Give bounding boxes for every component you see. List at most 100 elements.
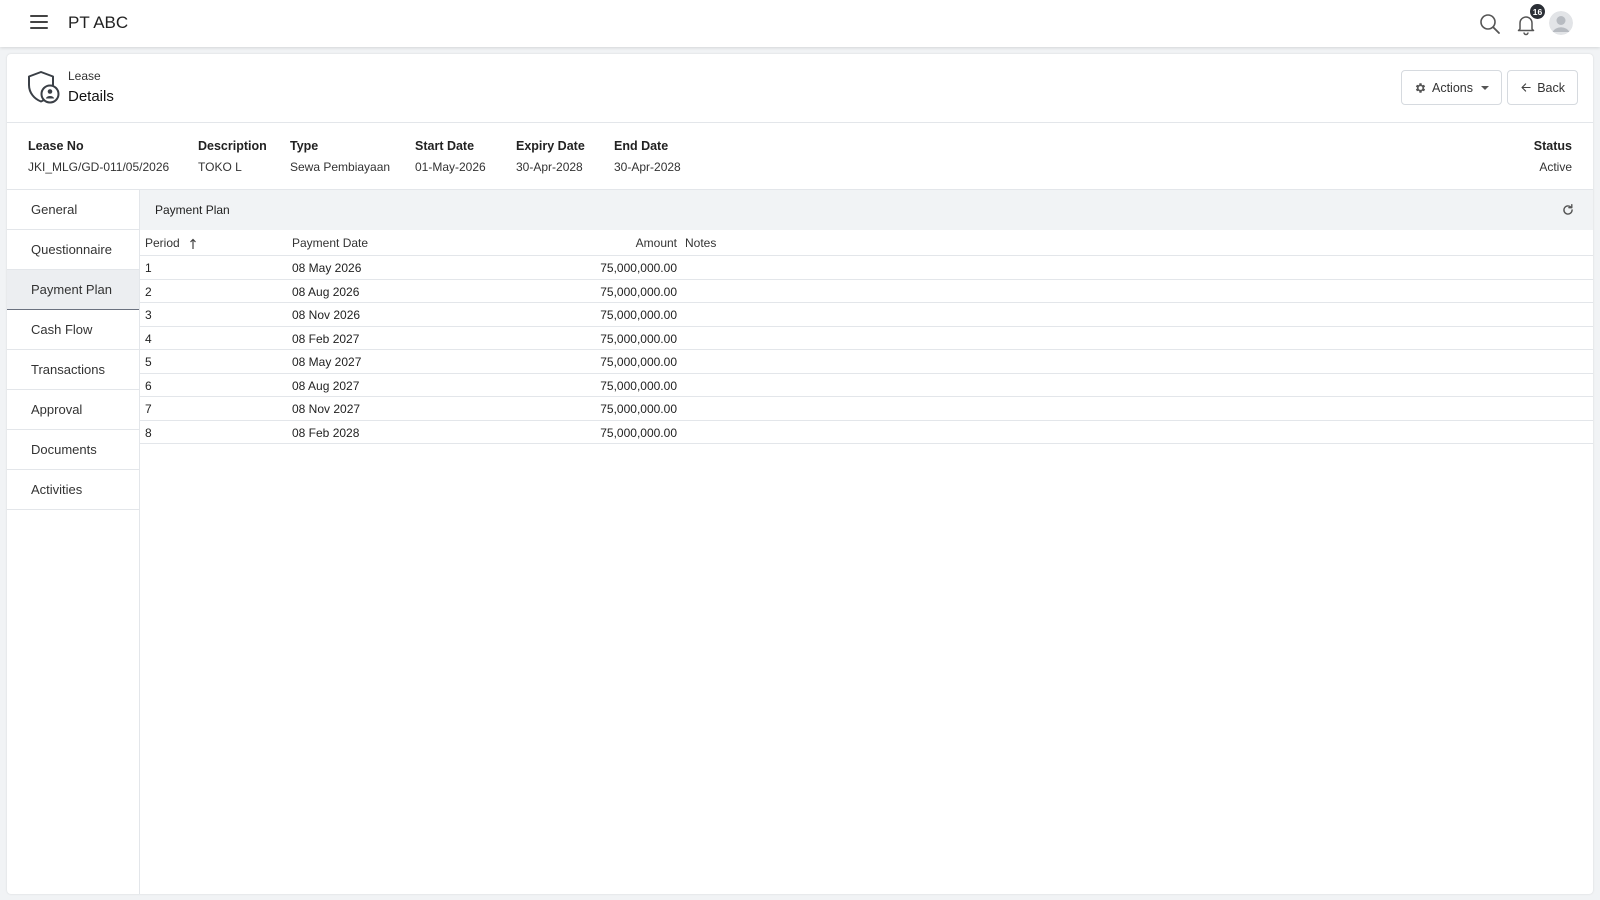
summary-status: Status Active (1534, 139, 1572, 174)
summary-description: Description TOKO L (198, 139, 267, 174)
tab-label: Activities (31, 482, 83, 497)
summary-value: TOKO L (198, 160, 242, 174)
cell-payment-date: 08 May 2026 (292, 261, 362, 275)
cell-amount: 75,000,000.00 (600, 425, 677, 440)
header-subtitle: Lease (68, 69, 101, 83)
tab-general[interactable]: General (7, 190, 139, 230)
status-value: Active (1539, 160, 1572, 174)
tab-questionnaire[interactable]: Questionnaire (7, 230, 139, 270)
summary-expiry-date: Expiry Date 30-Apr-2028 (516, 139, 585, 174)
table-row[interactable]: 1 08 May 2026 75,000,000.00 (140, 256, 1593, 280)
table-row[interactable]: 4 08 Feb 2027 75,000,000.00 (140, 327, 1593, 350)
cell-period: 4 (145, 331, 152, 346)
page-title: Details (68, 88, 114, 105)
cell-period: 3 (145, 308, 152, 322)
cell-payment-date: 08 Feb 2027 (292, 331, 360, 346)
cell-amount: 75,000,000.00 (600, 402, 677, 416)
tab-transactions[interactable]: Transactions (7, 350, 139, 390)
actions-button-label: Actions (1432, 80, 1473, 95)
cell-amount: 75,000,000.00 (600, 378, 677, 393)
arrow-up-icon (190, 238, 196, 249)
cell-amount: 75,000,000.00 (600, 284, 677, 299)
tab-approval[interactable]: Approval (7, 390, 139, 430)
table-body: 1 08 May 2026 75,000,000.00 2 08 Aug 202… (140, 256, 1593, 444)
panel-title: Payment Plan (155, 203, 230, 217)
cell-amount: 75,000,000.00 (600, 355, 677, 369)
column-header-payment-date[interactable]: Payment Date (292, 236, 368, 250)
cell-period: 2 (145, 284, 152, 299)
summary-type: Type Sewa Pembiayaan (290, 139, 390, 174)
summary-value: 01-May-2026 (415, 160, 486, 174)
column-header-label: Period (145, 236, 180, 250)
table-row[interactable]: 8 08 Feb 2028 75,000,000.00 (140, 421, 1593, 444)
summary-value: 30-Apr-2028 (516, 160, 583, 174)
summary-label: Lease No (28, 139, 84, 153)
cell-payment-date: 08 Aug 2027 (292, 378, 360, 393)
summary-end-date: End Date 30-Apr-2028 (614, 139, 681, 174)
tab-label: Payment Plan (31, 282, 112, 297)
cell-payment-date: 08 Nov 2026 (292, 308, 361, 322)
summary-label: End Date (614, 139, 669, 153)
panel-header: Payment Plan (140, 190, 1593, 230)
summary-label: Type (290, 139, 319, 153)
summary-label: Start Date (415, 139, 475, 153)
tab-label: Documents (31, 442, 97, 457)
tab-label: Approval (31, 402, 83, 417)
table-row[interactable]: 2 08 Aug 2026 75,000,000.00 (140, 280, 1593, 303)
hamburger-menu-icon[interactable] (30, 15, 48, 31)
cell-payment-date: 08 Aug 2026 (292, 284, 360, 299)
cell-period: 5 (145, 355, 152, 369)
cell-amount: 75,000,000.00 (600, 331, 677, 346)
notification-badge: 16 (1529, 3, 1546, 20)
refresh-icon[interactable] (1561, 203, 1575, 217)
cell-payment-date: 08 Feb 2028 (292, 425, 360, 440)
lease-details-card: Lease Details Actions Back Lease No JKI_… (7, 54, 1593, 894)
back-button[interactable]: Back (1507, 70, 1578, 105)
table-header: Period Payment Date Amount Notes (140, 230, 1593, 256)
cell-amount: 75,000,000.00 (600, 308, 677, 322)
tab-payment-plan[interactable]: Payment Plan (7, 270, 139, 310)
table-row[interactable]: 6 08 Aug 2027 75,000,000.00 (140, 374, 1593, 397)
column-header-period[interactable]: Period (145, 236, 197, 250)
shield-user-icon (28, 71, 60, 104)
tab-label: Transactions (31, 362, 105, 377)
cell-period: 6 (145, 378, 152, 393)
detail-tabs: General Questionnaire Payment Plan Cash … (7, 190, 140, 894)
tab-label: Questionnaire (31, 242, 112, 257)
tab-documents[interactable]: Documents (7, 430, 139, 470)
summary-lease-no: Lease No JKI_MLG/GD-011/05/2026 (28, 139, 169, 174)
tab-cash-flow[interactable]: Cash Flow (7, 310, 139, 350)
summary-value: JKI_MLG/GD-011/05/2026 (28, 160, 170, 174)
summary-start-date: Start Date 01-May-2026 (415, 139, 486, 174)
gear-icon (1415, 82, 1426, 93)
summary-label: Status (1533, 139, 1572, 153)
arrow-left-icon (1521, 83, 1531, 92)
payment-plan-panel: Payment Plan Period Payment Date Amount … (140, 190, 1593, 894)
column-header-notes[interactable]: Notes (685, 236, 716, 250)
table-row[interactable]: 7 08 Nov 2027 75,000,000.00 (140, 397, 1593, 421)
app-title: PT ABC (68, 13, 129, 32)
cell-amount: 75,000,000.00 (600, 261, 677, 275)
cell-payment-date: 08 Nov 2027 (292, 402, 361, 416)
cell-period: 1 (145, 261, 152, 275)
summary-label: Description (198, 139, 267, 153)
tab-label: General (31, 202, 78, 217)
column-header-amount[interactable]: Amount (540, 236, 677, 250)
cell-period: 7 (145, 402, 152, 416)
user-avatar-icon[interactable] (1549, 11, 1573, 35)
summary-value: 30-Apr-2028 (614, 160, 681, 174)
actions-button[interactable]: Actions (1401, 70, 1502, 105)
card-header: Lease Details Actions Back (7, 54, 1593, 123)
cell-payment-date: 08 May 2027 (292, 355, 362, 369)
back-button-label: Back (1537, 80, 1565, 95)
table-row[interactable]: 3 08 Nov 2026 75,000,000.00 (140, 303, 1593, 327)
summary-value: Sewa Pembiayaan (290, 160, 391, 174)
search-icon[interactable] (1478, 12, 1502, 36)
tab-activities[interactable]: Activities (7, 470, 139, 510)
summary-label: Expiry Date (516, 139, 585, 153)
cell-period: 8 (145, 425, 152, 440)
chevron-down-icon (1481, 85, 1489, 90)
top-bar: PT ABC 16 (0, 0, 1600, 47)
lease-summary: Lease No JKI_MLG/GD-011/05/2026 Descript… (7, 124, 1593, 190)
table-row[interactable]: 5 08 May 2027 75,000,000.00 (140, 350, 1593, 374)
